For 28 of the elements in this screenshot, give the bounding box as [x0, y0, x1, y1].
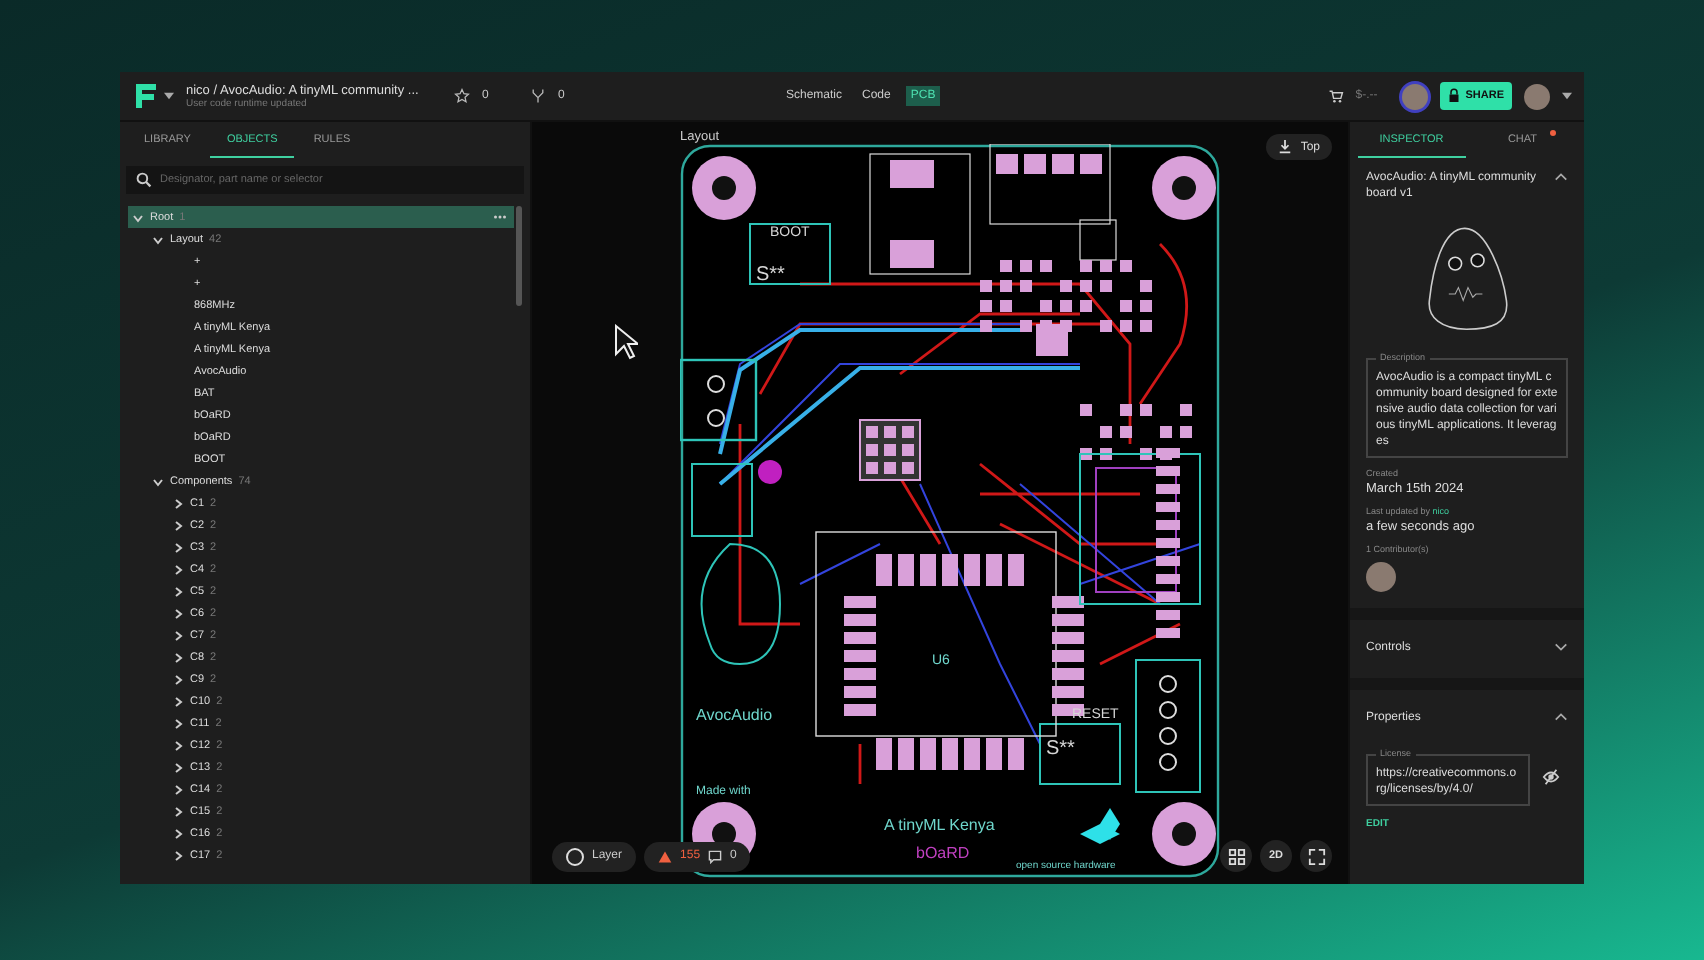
- grid-icon: [1227, 847, 1245, 865]
- hidden-eye-icon[interactable]: [1542, 768, 1560, 787]
- pcb-board-drawing[interactable]: [680, 144, 1220, 878]
- logo-icon[interactable]: [132, 82, 174, 110]
- warning-icon[interactable]: [658, 849, 673, 863]
- avatar[interactable]: [1524, 83, 1550, 109]
- pcb-label: A tinyML Kenya: [884, 816, 995, 834]
- download-icon: [1278, 140, 1293, 154]
- comment-icon[interactable]: [708, 849, 723, 863]
- fullscreen-icon: [1307, 847, 1325, 865]
- mouse-cursor-icon: [614, 324, 638, 360]
- pcb-label: S**: [1046, 738, 1075, 760]
- avatar[interactable]: [1366, 562, 1396, 593]
- chevron-icon[interactable]: [1554, 640, 1568, 655]
- chevron-icon[interactable]: [1554, 170, 1568, 184]
- pcb-label: AvocAudio: [696, 706, 773, 724]
- pcb-label: S**: [756, 264, 785, 286]
- fork-icon[interactable]: [530, 88, 546, 104]
- fullscreen-button[interactable]: [1300, 840, 1332, 872]
- cart-icon[interactable]: [1327, 88, 1344, 104]
- more-icon[interactable]: [492, 214, 508, 220]
- pcb-label: bOaRD: [916, 844, 970, 862]
- star-icon[interactable]: [454, 88, 470, 104]
- chevron-icon[interactable]: [1554, 710, 1568, 725]
- grid-button[interactable]: [1220, 840, 1252, 872]
- caret-icon[interactable]: [1562, 92, 1572, 100]
- avatar[interactable]: [1401, 83, 1428, 109]
- lock-icon: [1447, 88, 1460, 104]
